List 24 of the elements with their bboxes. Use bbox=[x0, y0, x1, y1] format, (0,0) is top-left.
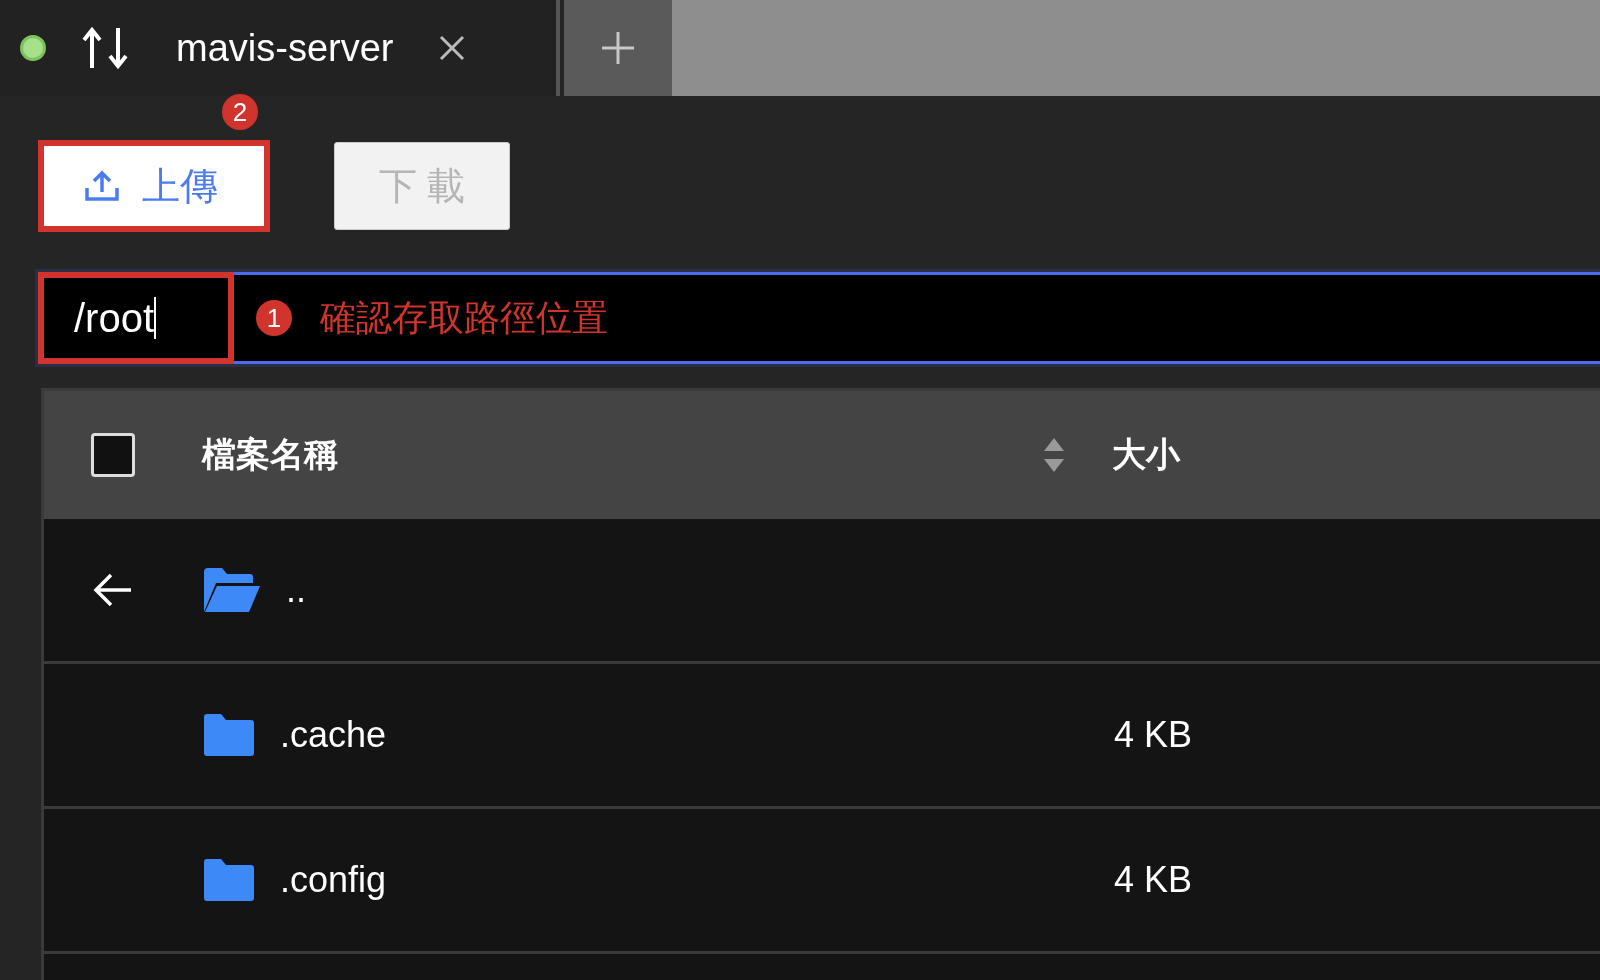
file-size: 4 KB bbox=[1114, 859, 1193, 901]
upload-button[interactable]: 上傳 bbox=[38, 140, 270, 232]
upload-icon bbox=[84, 170, 120, 202]
column-header[interactable]: 大小 bbox=[1112, 432, 1180, 478]
transfer-arrows-icon bbox=[80, 26, 130, 70]
select-all-checkbox[interactable] bbox=[91, 433, 135, 477]
folder-icon bbox=[204, 859, 254, 901]
text-cursor bbox=[154, 297, 157, 339]
file-size: 4 KB bbox=[1114, 714, 1193, 756]
close-icon[interactable] bbox=[439, 35, 466, 61]
step-badge: 2 bbox=[222, 94, 258, 130]
file-name[interactable]: .. bbox=[286, 569, 306, 611]
sort-icon[interactable] bbox=[1042, 436, 1066, 474]
file-name[interactable]: .cache bbox=[280, 714, 387, 756]
back-arrow-icon[interactable] bbox=[93, 572, 133, 608]
annotation-note: 確認存取路徑位置 bbox=[320, 295, 608, 340]
column-header[interactable]: 檔案名稱 bbox=[202, 432, 338, 478]
folder-icon bbox=[204, 714, 254, 756]
path-field[interactable]: /root bbox=[38, 272, 234, 364]
tab-title: mavis-server bbox=[176, 26, 394, 70]
open-folder-icon bbox=[204, 568, 260, 612]
step-badge: 1 bbox=[256, 300, 292, 336]
plus-icon bbox=[601, 31, 635, 65]
file-name[interactable]: .config bbox=[280, 859, 387, 901]
